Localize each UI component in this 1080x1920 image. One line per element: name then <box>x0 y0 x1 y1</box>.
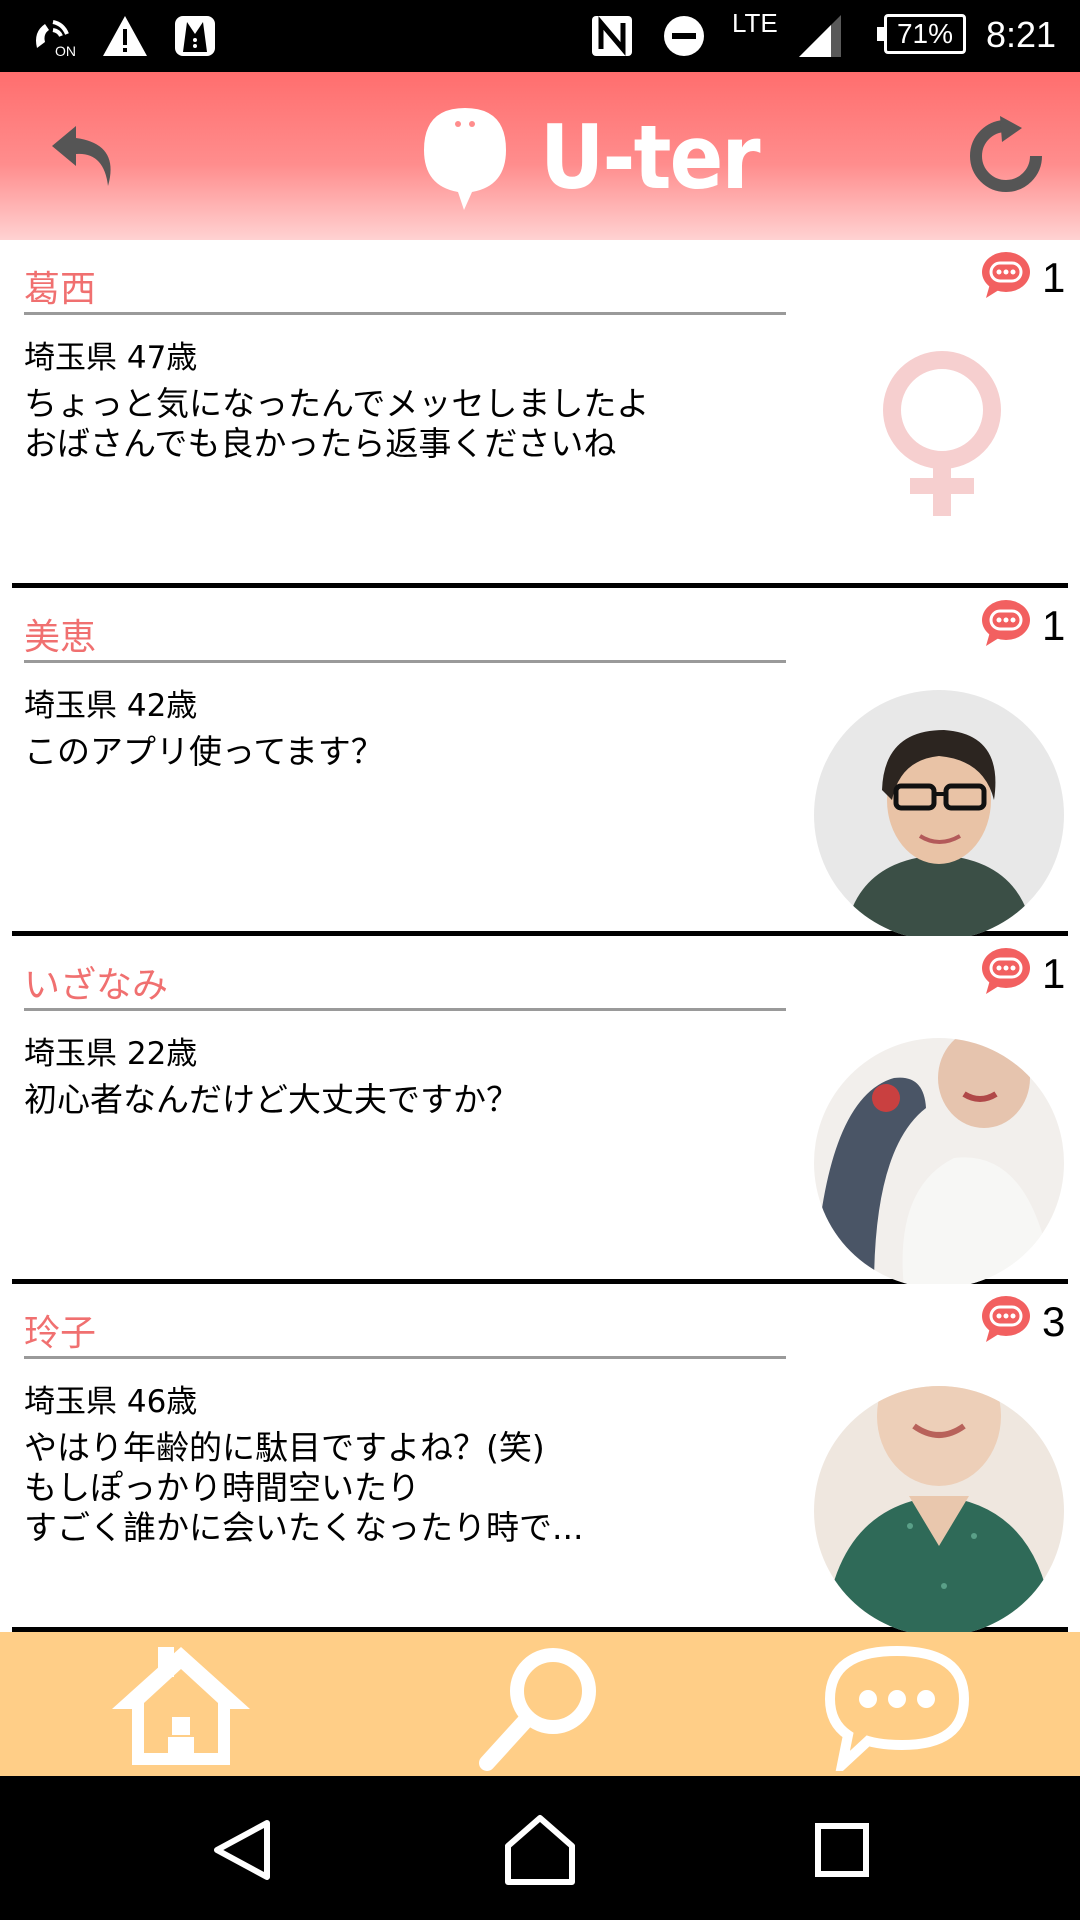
system-home-icon[interactable] <box>498 1808 582 1892</box>
signal-icon <box>796 12 844 60</box>
do-not-disturb-icon <box>660 12 708 60</box>
app-header: U-ter <box>0 72 1080 240</box>
status-bar: ON LTE 71% 8:21 <box>0 0 1080 72</box>
list-item[interactable]: 玲子 埼玉県 46歳 やはり年齢的に駄目ですよね？(笑) もしぽっかり時間空いた… <box>12 1284 1068 1632</box>
sender-meta: 埼玉県 22歳 <box>24 1036 198 1072</box>
message-preview: このアプリ使ってます？ <box>24 732 384 771</box>
sender-name: 玲子 <box>24 1313 97 1354</box>
list-item[interactable]: 美恵 埼玉県 42歳 このアプリ使ってます？ 1 <box>12 588 1068 940</box>
sender-name: いざなみ <box>24 965 169 1006</box>
message-bubble-icon <box>980 598 1032 648</box>
divider <box>24 1008 786 1011</box>
avatar[interactable] <box>814 1386 1064 1632</box>
message-bubble-icon <box>980 1294 1032 1344</box>
avatar[interactable] <box>814 1038 1064 1288</box>
unread-count: 3 <box>1042 1298 1066 1345</box>
female-symbol-icon <box>872 350 1012 520</box>
message-bubble-icon <box>980 946 1032 996</box>
avatar[interactable] <box>814 690 1064 940</box>
network-type: LTE <box>732 8 778 38</box>
sender-meta: 埼玉県 47歳 <box>24 340 198 376</box>
home-icon[interactable] <box>106 1636 256 1776</box>
bottom-nav <box>0 1632 1080 1776</box>
system-nav <box>0 1776 1080 1920</box>
divider <box>24 312 786 315</box>
nfc-icon <box>586 12 638 60</box>
sender-name: 美恵 <box>24 617 97 658</box>
clock: 8:21 <box>986 14 1057 55</box>
message-preview: 初心者なんだけど大丈夫ですか？ <box>24 1080 519 1119</box>
system-back-icon[interactable] <box>200 1808 284 1892</box>
tuxedo-icon <box>170 12 220 60</box>
list-item[interactable]: 葛西 埼玉県 47歳 ちょっと気になったんでメッセしましたよ おばさんでも良かっ… <box>12 240 1068 588</box>
list-item[interactable]: いざなみ 埼玉県 22歳 初心者なんだけど大丈夫ですか？ 1 <box>12 936 1068 1288</box>
message-list[interactable]: 葛西 埼玉県 47歳 ちょっと気になったんでメッセしましたよ おばさんでも良かっ… <box>0 240 1080 1632</box>
app-logo: U-ter <box>420 102 783 212</box>
chat-icon[interactable] <box>822 1636 972 1776</box>
unread-count: 1 <box>1042 950 1066 997</box>
message-bubble-icon <box>980 250 1032 300</box>
warning-icon <box>100 12 150 60</box>
battery-level: 71% <box>896 18 954 49</box>
unread-count: 1 <box>1042 254 1066 301</box>
unread-count: 1 <box>1042 602 1066 649</box>
wifi-calling-icon: ON <box>26 12 82 60</box>
refresh-icon[interactable] <box>966 116 1046 196</box>
back-arrow-icon[interactable] <box>46 116 126 196</box>
search-icon[interactable] <box>468 1636 618 1776</box>
system-recents-icon[interactable] <box>800 1808 884 1892</box>
divider <box>24 660 786 663</box>
svg-text:ON: ON <box>55 43 76 58</box>
logo-text: U-ter <box>540 105 761 209</box>
divider <box>24 1356 786 1359</box>
sender-name: 葛西 <box>24 269 97 310</box>
sender-meta: 埼玉県 42歳 <box>24 688 198 724</box>
message-preview: やはり年齢的に駄目ですよね？(笑) もしぽっかり時間空いたり すごく誰かに会いた… <box>24 1428 584 1547</box>
battery-icon: 71% <box>877 14 966 54</box>
speech-bubble-logo-icon <box>424 108 506 210</box>
sender-meta: 埼玉県 46歳 <box>24 1384 198 1420</box>
message-preview: ちょっと気になったんでメッセしましたよ おばさんでも良かったら返事くださいね <box>24 384 650 463</box>
